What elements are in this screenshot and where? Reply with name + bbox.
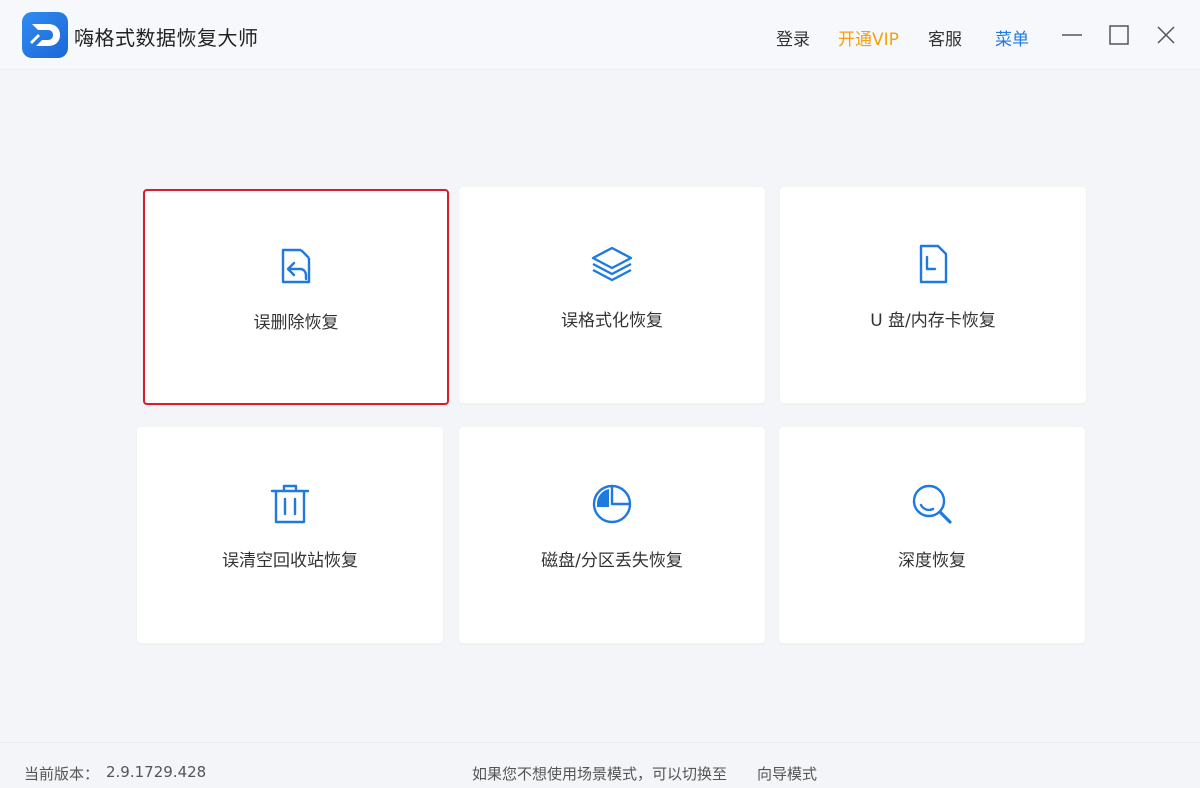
card-label: 误删除恢复 xyxy=(253,313,339,333)
menu-link[interactable]: 菜单 xyxy=(995,25,1029,50)
app-window: 嗨格式数据恢复大师 登录 开通VIP 客服 菜单 误删除恢复 误格式化恢复 U … xyxy=(0,0,1200,788)
pie-chart-icon xyxy=(587,479,637,529)
layers-icon xyxy=(587,239,637,289)
vip-link[interactable]: 开通VIP xyxy=(838,25,899,50)
card-label: 误格式化恢复 xyxy=(561,311,663,331)
minimize-icon[interactable] xyxy=(1057,20,1087,50)
login-link[interactable]: 登录 xyxy=(776,25,810,50)
card-partition-recovery[interactable]: 磁盘/分区丢失恢复 xyxy=(459,427,765,643)
mode-switch-hint: 如果您不想使用场景模式，可以切换至 xyxy=(472,765,728,783)
card-recycle-bin-recovery[interactable]: 误清空回收站恢复 xyxy=(137,427,443,643)
card-deleted-recovery[interactable]: 误删除恢复 xyxy=(143,189,449,405)
card-label: 磁盘/分区丢失恢复 xyxy=(541,551,683,571)
guide-mode-link[interactable]: 向导模式 xyxy=(757,763,817,784)
card-usb-card-recovery[interactable]: U 盘/内存卡恢复 xyxy=(780,187,1086,403)
version-value: 2.9.1729.428 xyxy=(106,763,207,781)
maximize-icon[interactable] xyxy=(1104,20,1134,50)
card-label: U 盘/内存卡恢复 xyxy=(870,311,996,331)
file-restore-icon xyxy=(271,241,321,291)
app-logo-icon xyxy=(22,12,68,58)
card-label: 深度恢复 xyxy=(898,551,966,571)
status-bar: 当前版本： 2.9.1729.428 如果您不想使用场景模式，可以切换至 向导模… xyxy=(0,742,1200,788)
sd-card-icon xyxy=(908,239,958,289)
customer-service-link[interactable]: 客服 xyxy=(928,25,962,50)
card-label: 误清空回收站恢复 xyxy=(222,551,358,571)
app-title: 嗨格式数据恢复大师 xyxy=(74,26,259,50)
card-format-recovery[interactable]: 误格式化恢复 xyxy=(459,187,765,403)
trash-icon xyxy=(265,479,315,529)
title-bar: 嗨格式数据恢复大师 登录 开通VIP 客服 菜单 xyxy=(0,0,1200,70)
version-label: 当前版本： xyxy=(24,765,100,783)
card-deep-recovery[interactable]: 深度恢复 xyxy=(779,427,1085,643)
close-icon[interactable] xyxy=(1151,20,1181,50)
search-icon xyxy=(907,479,957,529)
